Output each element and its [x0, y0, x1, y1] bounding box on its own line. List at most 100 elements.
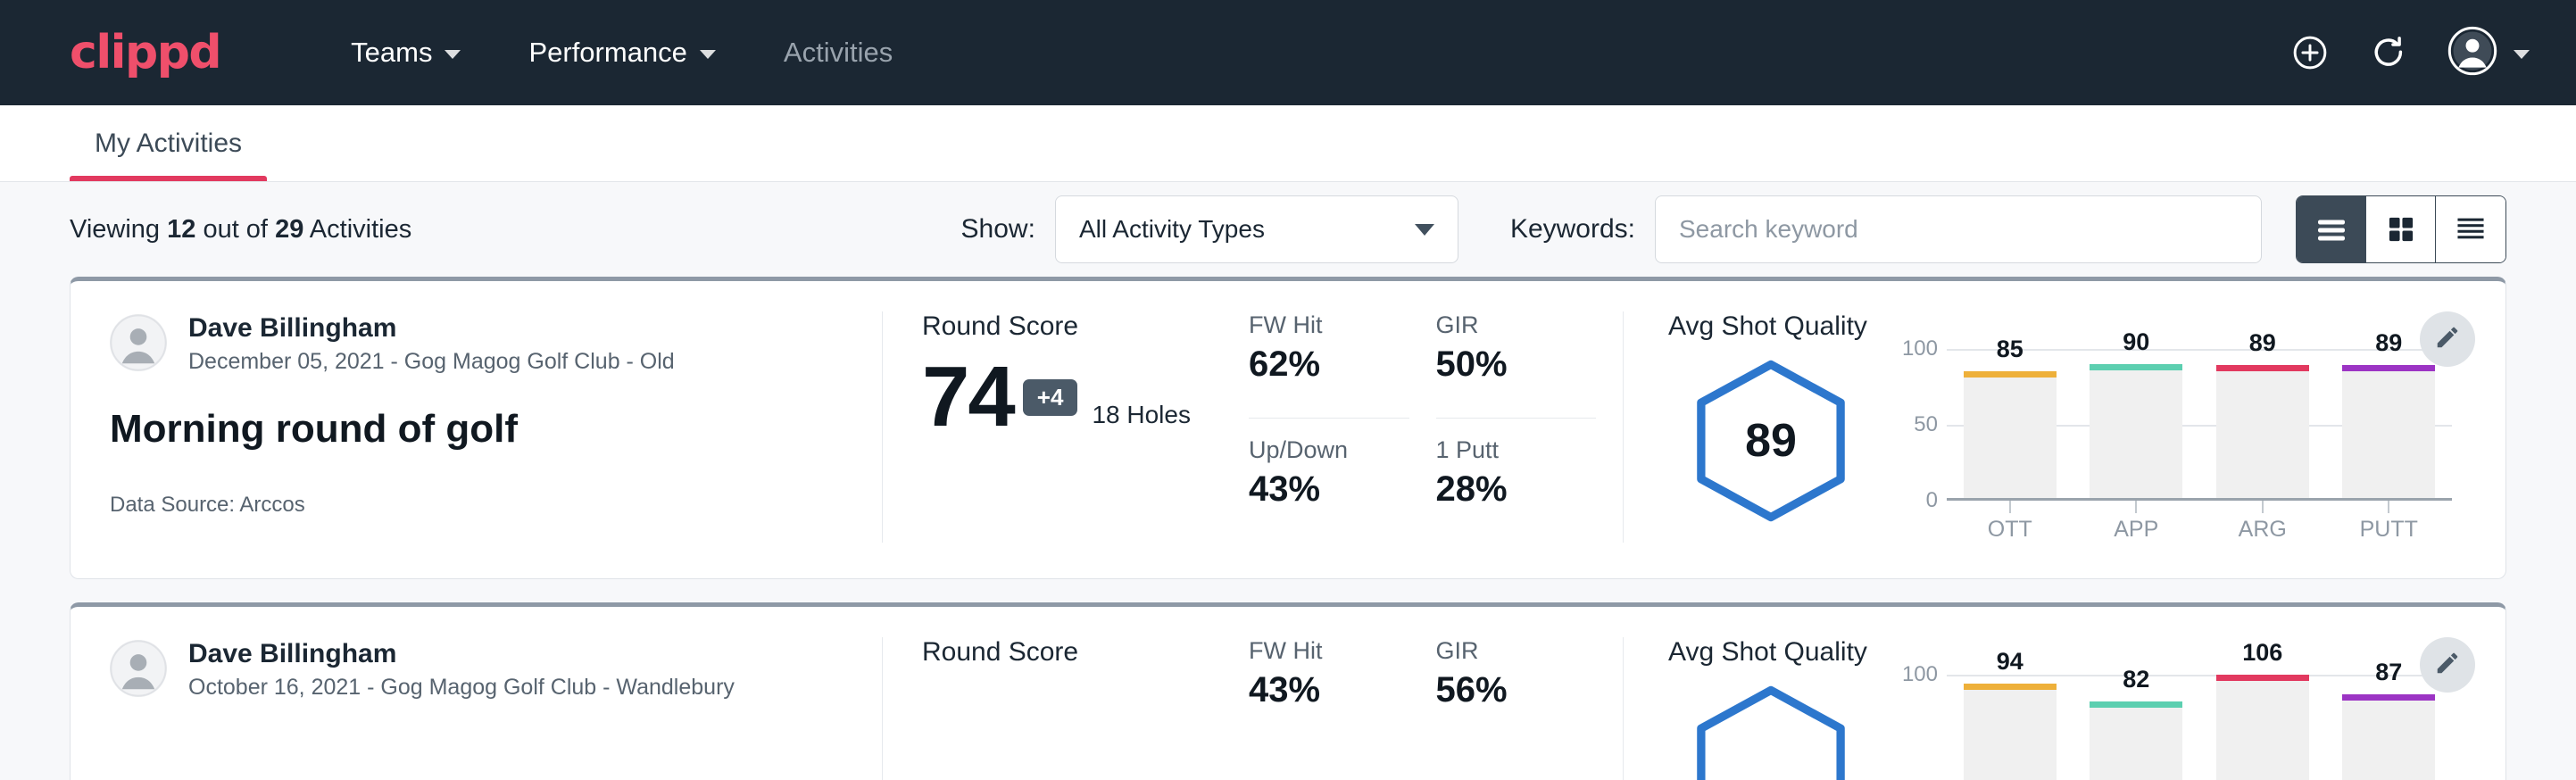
bar-value-putt: 89: [2375, 329, 2402, 357]
chevron-down-icon: [445, 50, 461, 59]
round-score-section: Round Score 74 +4 18 Holes: [883, 311, 1240, 543]
bar-value-putt: 87: [2375, 659, 2402, 686]
bar-cap-putt: [2342, 365, 2435, 371]
nav-item-teams[interactable]: Teams: [317, 37, 494, 69]
add-icon[interactable]: [2290, 33, 2330, 72]
bar-value-ott: 85: [1997, 336, 2023, 363]
user-menu[interactable]: [2447, 26, 2530, 80]
bar-cell-arg: 106: [2199, 675, 2326, 780]
show-label: Show:: [961, 214, 1035, 245]
bar-cell-ott: 94: [1947, 675, 2073, 780]
stat-up-down-label: Up/Down: [1249, 436, 1409, 464]
app-logo[interactable]: clippd: [70, 26, 220, 79]
holes-played: 18 Holes: [1092, 401, 1191, 436]
view-mode-toggle: [2296, 195, 2506, 263]
x-label-ott: OTT: [1947, 517, 2073, 543]
avg-shot-quality-value: 89: [1745, 414, 1797, 468]
tick-icon: [2009, 501, 2011, 513]
stat-fw-hit-value: 43%: [1249, 670, 1409, 710]
author-name: Dave Billingham: [188, 311, 675, 345]
round-score-value: 74: [922, 358, 1014, 436]
stat-up-down-value: 43%: [1249, 469, 1409, 510]
nav-item-activities[interactable]: Activities: [750, 37, 927, 69]
stat-1-putt-value: 28%: [1436, 469, 1597, 510]
pencil-icon: [2434, 324, 2461, 355]
y-tick-100: 100: [1902, 662, 1938, 687]
chart-x-ticks: [1947, 501, 2452, 513]
bar-cell-putt: 87: [2326, 675, 2453, 780]
bar-value-ott: 94: [1997, 648, 2023, 676]
stat-1-putt: 1 Putt 28%: [1436, 436, 1597, 543]
avg-shot-quality-label: Avg Shot Quality: [1668, 311, 2452, 342]
avg-shot-quality-label: Avg Shot Quality: [1668, 637, 2452, 668]
bar-cell-arg: 89: [2199, 349, 2326, 498]
filter-bar: Viewing 12 out of 29 Activities Show: Al…: [0, 182, 2576, 277]
primary-nav: Teams Performance Activities: [317, 37, 927, 69]
viewing-mid: out of: [203, 215, 268, 244]
activity-card[interactable]: Dave Billingham December 05, 2021 - Gog …: [70, 277, 2506, 579]
avatar-icon: [2447, 26, 2497, 80]
x-label-putt: PUTT: [2326, 517, 2453, 543]
y-tick-50: 50: [1914, 412, 1938, 437]
round-score-section: Round Score: [883, 637, 1240, 780]
grid-view-button[interactable]: [2366, 196, 2436, 262]
bar-cap-app: [2090, 701, 2182, 708]
tick-icon: [2388, 501, 2389, 513]
chart-x-labels: OTT APP ARG PUTT: [1947, 517, 2452, 543]
nav-item-performance[interactable]: Performance: [494, 37, 749, 69]
activity-meta: December 05, 2021 - Gog Magog Golf Club …: [188, 349, 675, 375]
tab-my-activities[interactable]: My Activities: [70, 105, 267, 181]
compact-view-button[interactable]: [2436, 196, 2505, 262]
chevron-down-icon: [1415, 224, 1434, 236]
navbar-actions: [2290, 26, 2530, 80]
bar-cap-arg: [2216, 365, 2309, 371]
activity-stats: FW Hit 43% GIR 56%: [1240, 637, 1624, 780]
stat-fw-hit: FW Hit 43%: [1249, 637, 1409, 780]
round-score-label: Round Score: [922, 637, 1213, 668]
activity-summary: Dave Billingham December 05, 2021 - Gog …: [71, 311, 883, 543]
chart-plot-area: 85 90: [1947, 349, 2452, 501]
pencil-icon: [2434, 650, 2461, 681]
activity-card[interactable]: Dave Billingham October 16, 2021 - Gog M…: [70, 602, 2506, 780]
edit-activity-button[interactable]: [2420, 637, 2475, 693]
chart-plot-area: 94 82: [1947, 675, 2452, 780]
x-label-app: APP: [2073, 517, 2200, 543]
shot-quality-hexagon: 89: [1668, 349, 1874, 524]
stat-fw-hit-value: 62%: [1249, 344, 1409, 385]
viewing-total: 29: [275, 215, 303, 244]
chevron-down-icon: [2514, 50, 2530, 59]
viewing-count: 12: [167, 215, 195, 244]
bar-cap-ott: [1964, 371, 2057, 378]
author-name: Dave Billingham: [188, 637, 735, 671]
nav-item-performance-label: Performance: [528, 37, 686, 69]
stat-gir: GIR 50%: [1436, 311, 1597, 419]
bar-cap-app: [2090, 364, 2182, 370]
keywords-label: Keywords:: [1510, 214, 1635, 245]
round-score-label: Round Score: [922, 311, 1213, 342]
activity-data-source: Data Source: Arccos: [110, 493, 841, 518]
search-input[interactable]: [1655, 195, 2262, 263]
viewing-count-text: Viewing 12 out of 29 Activities: [70, 215, 411, 245]
list-view-button[interactable]: [2297, 196, 2366, 262]
activity-stats: FW Hit 62% GIR 50% Up/Down 43% 1 Putt 28…: [1240, 311, 1624, 543]
stat-gir-label: GIR: [1436, 637, 1597, 665]
bar-cell-ott: 85: [1947, 349, 2073, 498]
tick-icon: [2135, 501, 2137, 513]
stat-up-down: Up/Down 43%: [1249, 436, 1409, 543]
stat-gir-label: GIR: [1436, 311, 1597, 339]
bar-value-arg: 89: [2249, 329, 2276, 357]
chevron-down-icon: [700, 50, 716, 59]
shot-quality-hexagon: [1668, 675, 1874, 780]
activity-author: Dave Billingham December 05, 2021 - Gog …: [110, 311, 841, 375]
tab-my-activities-label: My Activities: [95, 129, 242, 159]
stat-gir-value: 56%: [1436, 670, 1597, 710]
activity-type-select[interactable]: All Activity Types: [1055, 195, 1458, 263]
stat-gir-value: 50%: [1436, 344, 1597, 385]
y-tick-0: 0: [1926, 488, 1938, 513]
avg-shot-quality-section: Avg Shot Quality 100: [1624, 637, 2505, 780]
bar-value-app: 90: [2123, 328, 2149, 356]
chart-y-axis: 100 50 0: [1882, 349, 1947, 501]
refresh-icon[interactable]: [2369, 33, 2408, 72]
nav-item-activities-label: Activities: [784, 37, 893, 69]
edit-activity-button[interactable]: [2420, 311, 2475, 367]
